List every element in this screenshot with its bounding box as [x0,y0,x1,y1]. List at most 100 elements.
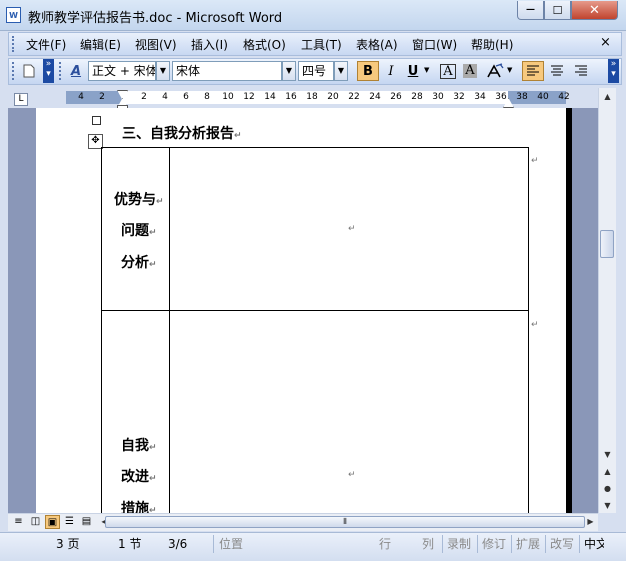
scroll-up-icon[interactable]: ▲ [599,88,616,105]
menu-help[interactable]: 帮助(H) [471,36,513,53]
row2-end-mark: ↵ [531,320,539,330]
new-document-button[interactable] [20,61,38,81]
menu-insert[interactable]: 插入(I) [191,36,228,53]
char-shading-button[interactable]: A [460,61,480,81]
phonetic-guide-button[interactable] [483,61,507,81]
menu-table[interactable]: 表格(A) [356,36,398,53]
status-separator [579,535,580,553]
row2-label-line3: 措施↵ [121,501,157,513]
align-left-icon [527,65,539,76]
status-ext[interactable]: 扩展 [516,535,540,553]
ruler-number: 12 [243,92,255,102]
ruler-number: 28 [411,92,423,102]
web-layout-view-icon[interactable]: ◫ [28,515,43,529]
row2-content-mark[interactable]: ↵ [348,470,356,480]
outline-view-icon[interactable]: ☰ [62,515,77,529]
status-separator [545,535,546,553]
minimize-button[interactable]: — [517,1,544,20]
normal-view-icon[interactable]: ≡ [11,515,26,529]
menu-window[interactable]: 窗口(W) [412,36,457,53]
vertical-scroll-thumb[interactable] [600,230,614,258]
font-dropdown-arrow[interactable]: ▼ [282,61,296,81]
ruler-number: 2 [99,92,105,102]
ruler-number: 6 [183,92,189,102]
window-title: 教师教学评估报告书.doc - Microsoft Word [28,11,283,26]
align-left-button[interactable] [522,61,544,81]
new-document-icon [23,64,35,78]
close-window-button[interactable]: ✕ [571,1,618,20]
bold-button[interactable]: B [357,61,379,81]
word-doc-icon[interactable]: W [6,7,21,23]
horizontal-scroll-thumb[interactable]: ⦀ [105,516,585,528]
scroll-down-icon[interactable]: ▼ [599,446,616,463]
char-border-button[interactable]: A [438,61,458,81]
maximize-button[interactable]: ☐ [544,1,571,20]
ruler-number: 38 [516,92,528,102]
align-right-button[interactable] [570,61,592,81]
close-document-button[interactable]: × [600,35,611,50]
status-rec[interactable]: 录制 [447,535,471,553]
char-border-icon: A [440,63,456,79]
section-heading: 三、自我分析报告↵ [122,126,242,142]
ruler-number: 30 [432,92,444,102]
align-center-button[interactable] [546,61,568,81]
menubar-grip[interactable] [12,36,17,52]
phonetic-dropdown-icon[interactable]: ▼ [507,66,512,74]
maximize-icon: ☐ [552,3,563,17]
ruler-number: 2 [141,92,147,102]
close-icon: ✕ [589,2,600,18]
styles-formatting-icon[interactable]: A [66,61,86,81]
underline-dropdown-icon[interactable]: ▼ [424,66,429,74]
row1-label-line2: 问题↵ [121,223,157,239]
menu-edit[interactable]: 编辑(E) [80,36,121,53]
ruler-number: 18 [306,92,318,102]
toolbar-more-chevron[interactable]: » ▾ [608,59,619,83]
reading-layout-view-icon[interactable]: ▤ [79,515,94,529]
row1-content-mark[interactable]: ↵ [348,224,356,234]
status-separator [511,535,512,553]
analysis-table[interactable] [101,147,529,513]
menu-format[interactable]: 格式(O) [243,36,286,53]
print-layout-view-icon[interactable]: ▣ [45,515,60,529]
status-page: 3 页 [56,537,80,551]
menu-tools[interactable]: 工具(T) [301,36,342,53]
ruler-number: 40 [537,92,549,102]
toolbar-options-chevron[interactable]: » ▾ [43,59,54,83]
status-ovr[interactable]: 改写 [550,535,574,553]
toolbar-grip[interactable] [12,62,17,80]
ruler-number: 8 [204,92,210,102]
row2-label-line2: 改进↵ [121,469,157,485]
select-browse-object-icon[interactable]: ● [599,480,616,497]
row1-label-line3: 分析↵ [121,255,157,271]
next-page-icon[interactable]: ▼ [599,497,616,514]
font-size-select[interactable]: 四号 [298,61,334,81]
status-separator [213,535,214,553]
row1-label-line1: 优势与↵ [114,192,164,208]
italic-button[interactable]: I [381,61,401,81]
font-select[interactable]: 宋体 [172,61,282,81]
underline-button[interactable]: U [403,61,423,81]
ruler-number: 22 [348,92,360,102]
status-separator [477,535,478,553]
char-shading-icon: A [463,63,477,78]
toolbar-grip-2[interactable] [59,62,64,80]
document-workspace: ✥ 三、自我分析报告↵ 优势与↵ 问题↵ 分析↵ ↵ ↵ 自我↵ 改进↵ 措施↵… [8,108,598,513]
ruler-number: 16 [285,92,297,102]
style-dropdown-arrow[interactable]: ▼ [156,61,170,81]
tab-selector-button[interactable]: L [14,93,28,106]
style-select[interactable]: 正文 + 宋体 [88,61,156,81]
scroll-right-icon[interactable]: ▶ [582,514,599,530]
menu-view[interactable]: 视图(V) [135,36,177,53]
menu-file[interactable]: 文件(F) [26,36,66,53]
align-right-icon [575,65,587,76]
previous-page-icon[interactable]: ▲ [599,463,616,480]
font-size-dropdown-arrow[interactable]: ▼ [334,61,348,81]
ruler-number: 24 [369,92,381,102]
page-shadow [566,108,572,513]
document-page[interactable]: ✥ 三、自我分析报告↵ 优势与↵ 问题↵ 分析↵ ↵ ↵ 自我↵ 改进↵ 措施↵… [36,108,566,513]
status-section: 1 节 [118,537,142,551]
status-trk[interactable]: 修订 [482,535,506,553]
ruler-number: 42 [558,92,570,102]
phonetic-guide-icon [487,63,504,78]
align-center-icon [551,65,563,76]
